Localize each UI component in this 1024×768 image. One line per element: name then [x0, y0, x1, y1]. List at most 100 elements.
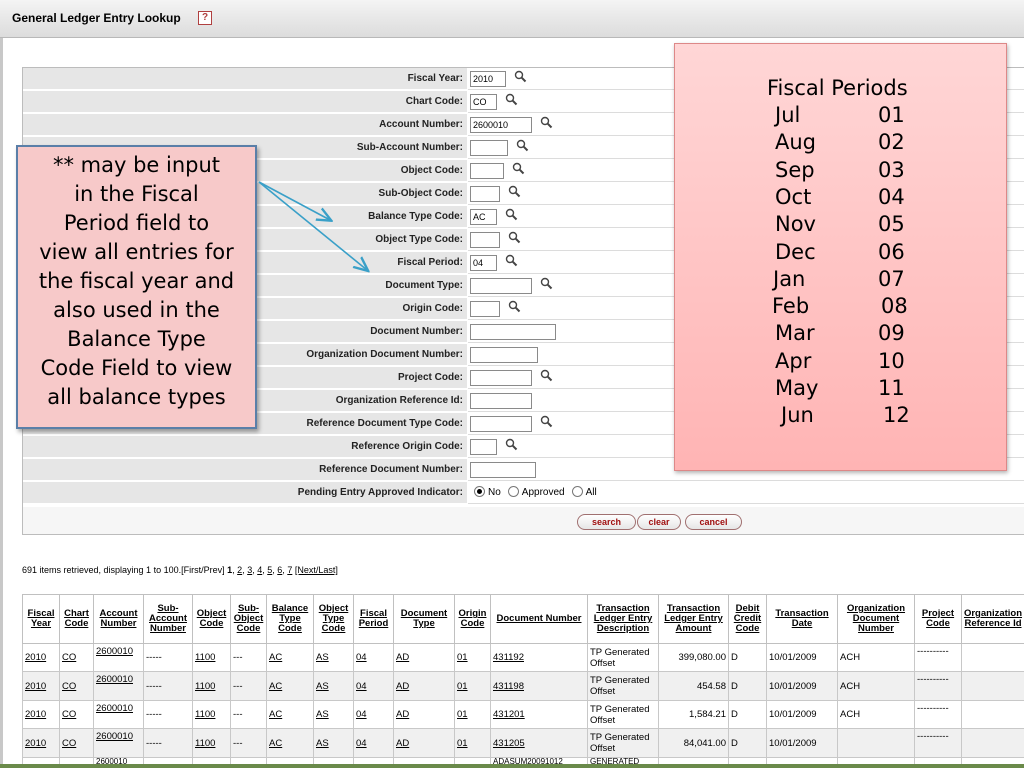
lookup-magnifier-icon[interactable]: [508, 300, 521, 313]
field-input[interactable]: [470, 439, 497, 455]
lookup-magnifier-icon[interactable]: [505, 208, 518, 221]
table-cell[interactable]: AS: [313, 642, 354, 673]
column-header[interactable]: Transaction Ledger Entry Amount: [658, 594, 729, 644]
table-cell[interactable]: 1100: [192, 699, 231, 730]
column-header[interactable]: Fiscal Year: [22, 594, 60, 644]
field-input[interactable]: 2600010: [470, 117, 532, 133]
column-header[interactable]: Origin Code: [454, 594, 491, 644]
column-header[interactable]: Sub-Account Number: [143, 594, 193, 644]
page-link[interactable]: 7: [287, 565, 292, 575]
table-cell[interactable]: AD: [393, 728, 455, 758]
table-cell[interactable]: CO: [59, 671, 94, 701]
column-header[interactable]: Document Type: [393, 594, 455, 644]
column-header[interactable]: Project Code: [914, 594, 962, 644]
clear-button[interactable]: clear: [637, 514, 681, 530]
table-cell[interactable]: 2010: [22, 671, 60, 701]
field-input[interactable]: [470, 393, 532, 409]
next-last-link[interactable]: [Next/Last]: [295, 565, 338, 575]
table-cell[interactable]: 04: [353, 642, 394, 673]
first-prev-link[interactable]: [First/Prev]: [181, 565, 225, 575]
table-cell[interactable]: 2600010: [93, 642, 144, 673]
field-input[interactable]: CO: [470, 94, 497, 110]
table-cell[interactable]: 04: [353, 728, 394, 758]
lookup-magnifier-icon[interactable]: [540, 415, 553, 428]
column-header[interactable]: Object Code: [192, 594, 231, 644]
table-cell[interactable]: AC: [266, 728, 314, 758]
table-cell[interactable]: AC: [266, 699, 314, 730]
table-cell[interactable]: 2010: [22, 642, 60, 673]
column-header[interactable]: Organization Reference Id: [961, 594, 1024, 644]
column-header[interactable]: Account Number: [93, 594, 144, 644]
table-cell[interactable]: CO: [59, 642, 94, 673]
field-input[interactable]: 2010: [470, 71, 506, 87]
lookup-magnifier-icon[interactable]: [514, 70, 527, 83]
column-header[interactable]: Transaction Ledger Entry Description: [587, 594, 659, 644]
column-header[interactable]: Debit Credit Code: [728, 594, 767, 644]
lookup-magnifier-icon[interactable]: [516, 139, 529, 152]
table-cell[interactable]: AD: [393, 671, 455, 701]
lookup-magnifier-icon[interactable]: [512, 162, 525, 175]
help-icon[interactable]: ?: [198, 11, 212, 25]
field-input[interactable]: [470, 324, 556, 340]
column-header[interactable]: Document Number: [490, 594, 588, 644]
field-input[interactable]: [470, 301, 500, 317]
table-cell[interactable]: AD: [393, 699, 455, 730]
column-header[interactable]: Balance Type Code: [266, 594, 314, 644]
search-button[interactable]: search: [577, 514, 636, 530]
table-cell[interactable]: 1100: [192, 728, 231, 758]
lookup-magnifier-icon[interactable]: [505, 93, 518, 106]
column-header[interactable]: Organization Document Number: [837, 594, 915, 644]
table-cell[interactable]: CO: [59, 728, 94, 758]
lookup-magnifier-icon[interactable]: [505, 438, 518, 451]
table-cell[interactable]: 04: [353, 699, 394, 730]
table-cell[interactable]: 01: [454, 728, 491, 758]
lookup-magnifier-icon[interactable]: [540, 369, 553, 382]
field-input[interactable]: [470, 140, 508, 156]
column-header[interactable]: Chart Code: [59, 594, 94, 644]
table-cell[interactable]: 01: [454, 671, 491, 701]
table-cell[interactable]: 2600010: [93, 671, 144, 701]
field-input[interactable]: [470, 232, 500, 248]
table-cell[interactable]: AS: [313, 728, 354, 758]
table-cell[interactable]: 01: [454, 642, 491, 673]
field-input[interactable]: [470, 186, 500, 202]
radio-all[interactable]: [571, 486, 583, 497]
table-cell[interactable]: AD: [393, 642, 455, 673]
table-cell[interactable]: 431192: [490, 642, 588, 673]
field-input[interactable]: [470, 462, 536, 478]
table-cell[interactable]: 04: [353, 671, 394, 701]
table-cell[interactable]: 1100: [192, 671, 231, 701]
table-cell[interactable]: 431198: [490, 671, 588, 701]
table-cell[interactable]: 2010: [22, 699, 60, 730]
table-cell[interactable]: CO: [59, 699, 94, 730]
table-cell[interactable]: 431205: [490, 728, 588, 758]
table-cell[interactable]: AC: [266, 671, 314, 701]
table-cell[interactable]: AS: [313, 699, 354, 730]
table-cell[interactable]: 2600010: [93, 728, 144, 758]
lookup-magnifier-icon[interactable]: [540, 277, 553, 290]
lookup-magnifier-icon[interactable]: [508, 185, 521, 198]
field-input[interactable]: AC: [470, 209, 497, 225]
radio-approved[interactable]: [507, 486, 519, 497]
lookup-magnifier-icon[interactable]: [540, 116, 553, 129]
cancel-button[interactable]: cancel: [685, 514, 742, 530]
column-header[interactable]: Sub-Object Code: [230, 594, 267, 644]
field-input[interactable]: [470, 416, 532, 432]
table-cell[interactable]: 01: [454, 699, 491, 730]
column-header[interactable]: Fiscal Period: [353, 594, 394, 644]
radio-no[interactable]: [474, 486, 485, 497]
table-cell[interactable]: 1100: [192, 642, 231, 673]
table-cell[interactable]: 2600010: [93, 699, 144, 730]
column-header[interactable]: Transaction Date: [766, 594, 838, 644]
table-cell[interactable]: AS: [313, 671, 354, 701]
lookup-magnifier-icon[interactable]: [508, 231, 521, 244]
field-input[interactable]: 04: [470, 255, 497, 271]
table-cell[interactable]: AC: [266, 642, 314, 673]
field-input[interactable]: [470, 278, 532, 294]
field-input[interactable]: [470, 347, 538, 363]
table-cell[interactable]: 2010: [22, 728, 60, 758]
lookup-magnifier-icon[interactable]: [505, 254, 518, 267]
field-input[interactable]: [470, 370, 532, 386]
table-cell[interactable]: 431201: [490, 699, 588, 730]
field-input[interactable]: [470, 163, 504, 179]
